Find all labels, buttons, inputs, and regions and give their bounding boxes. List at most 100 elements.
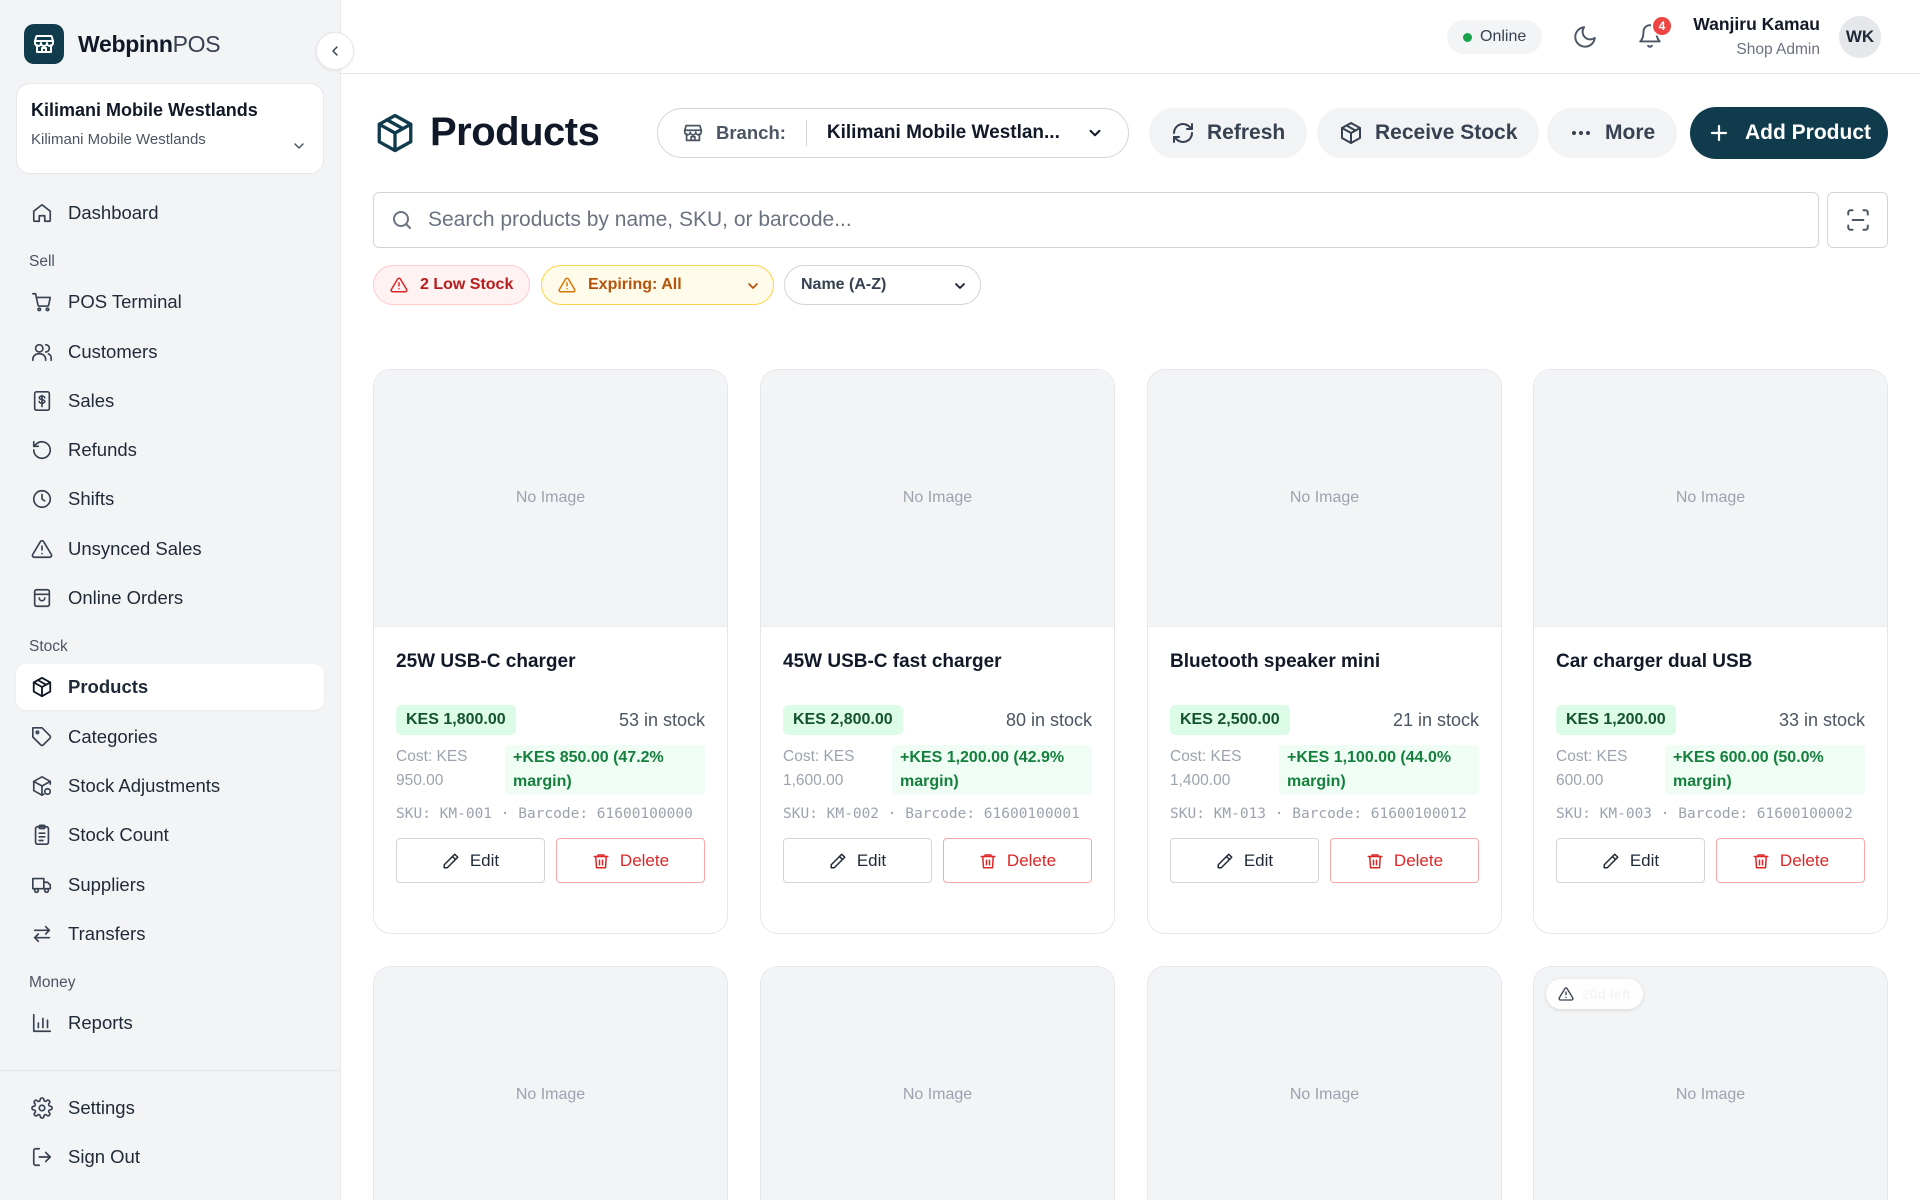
sidebar-item-sales[interactable]: Sales [16, 378, 324, 424]
clock-icon [30, 487, 54, 511]
user-info[interactable]: Wanjiru Kamau Shop Admin [1693, 14, 1820, 59]
product-name: Bluetooth speaker mini [1170, 651, 1381, 672]
sidebar-nav: Dashboard Sell POS Terminal Customers Sa… [16, 190, 324, 1049]
delete-product-button[interactable]: Delete [1716, 838, 1865, 883]
page-title: Products [374, 110, 600, 155]
sidebar-item-reports[interactable]: Reports [16, 1000, 324, 1046]
collapse-sidebar-button[interactable] [316, 32, 354, 70]
trash-icon [592, 852, 610, 870]
search-bar [373, 192, 1819, 248]
edit-product-button[interactable]: Edit [1170, 838, 1319, 883]
more-button[interactable]: More [1547, 108, 1678, 158]
sidebar-item-online-orders[interactable]: Online Orders [16, 575, 324, 621]
product-card[interactable]: No Image [373, 966, 728, 1200]
product-card[interactable]: No Image [1147, 966, 1502, 1200]
receipt-dollar-icon [30, 389, 54, 413]
sidebar-item-suppliers[interactable]: Suppliers [16, 862, 324, 908]
sidebar-item-unsynced-sales[interactable]: Unsynced Sales [16, 526, 324, 572]
product-card[interactable]: No Image 25W USB-C charger KES 1,800.00 … [373, 369, 728, 934]
product-card[interactable]: No Image Bluetooth speaker mini KES 2,50… [1147, 369, 1502, 934]
pencil-icon [1216, 852, 1234, 870]
sidebar-item-transfers[interactable]: Transfers [16, 911, 324, 957]
sidebar-item-sign-out[interactable]: Sign Out [16, 1134, 324, 1180]
arrows-left-right-icon [30, 922, 54, 946]
store-logo-icon [24, 24, 64, 64]
nav-section-sell: Sell [29, 253, 55, 271]
branch-select[interactable]: Branch: Kilimani Mobile Westlan... [657, 108, 1129, 158]
sidebar-item-settings[interactable]: Settings [16, 1085, 324, 1131]
top-bar: Online 4 Wanjiru Kamau Shop Admin WK [341, 0, 1920, 74]
receive-stock-button[interactable]: Receive Stock [1317, 108, 1540, 158]
sidebar-item-shifts[interactable]: Shifts [16, 476, 324, 522]
package-icon [374, 112, 416, 154]
branch-select-value: Kilimani Mobile Westlan... [826, 122, 1060, 143]
sort-select-value: Name (A-Z) [801, 276, 887, 293]
product-card[interactable]: No Image [760, 966, 1115, 1200]
no-image-label: No Image [1675, 1086, 1746, 1103]
product-card[interactable]: No Image 20d left [1533, 966, 1888, 1200]
alert-triangle-icon [558, 276, 576, 294]
product-margin: +KES 1,100.00 (44.0% margin) [1279, 745, 1479, 795]
alert-triangle-icon [1558, 986, 1574, 1002]
expiring-filter-value: Expiring: All [588, 276, 682, 293]
sidebar-item-label: Categories [68, 725, 158, 747]
add-product-button[interactable]: Add Product [1690, 107, 1888, 159]
product-card[interactable]: No Image 45W USB-C fast charger KES 2,80… [760, 369, 1115, 934]
cart-icon [30, 290, 54, 314]
shopping-bag-icon [30, 586, 54, 610]
edit-label: Edit [1243, 850, 1274, 870]
rotate-ccw-icon [30, 438, 54, 462]
sidebar-item-label: Sales [68, 389, 115, 411]
sidebar-item-label: Transfers [68, 922, 146, 944]
sort-select[interactable]: Name (A-Z) [784, 265, 981, 305]
product-card[interactable]: No Image Car charger dual USB KES 1,200.… [1533, 369, 1888, 934]
delete-product-button[interactable]: Delete [556, 838, 705, 883]
scan-barcode-button[interactable] [1827, 192, 1888, 248]
sidebar-item-label: Online Orders [68, 587, 184, 609]
sidebar-item-categories[interactable]: Categories [16, 714, 324, 760]
moon-icon[interactable] [1572, 24, 1598, 50]
nav-section-money: Money [29, 974, 76, 992]
product-stock: 21 in stock [1392, 709, 1479, 730]
refresh-button[interactable]: Refresh [1149, 108, 1308, 158]
sidebar-item-customers[interactable]: Customers [16, 329, 324, 375]
low-stock-filter-chip[interactable]: 2 Low Stock [373, 265, 531, 305]
truck-icon [30, 873, 54, 897]
delete-product-button[interactable]: Delete [1330, 838, 1479, 883]
product-image-placeholder: No Image [374, 967, 727, 1200]
delete-label: Delete [1006, 850, 1057, 870]
sidebar-item-pos-terminal[interactable]: POS Terminal [16, 279, 324, 325]
plus-icon [1707, 121, 1731, 145]
edit-product-button[interactable]: Edit [396, 838, 545, 883]
sidebar-item-products[interactable]: Products [16, 664, 324, 711]
pencil-icon [442, 852, 460, 870]
sidebar-item-label: Settings [68, 1097, 135, 1118]
sidebar-item-dashboard[interactable]: Dashboard [16, 190, 324, 236]
brand[interactable]: WebpinnPOS [24, 24, 221, 64]
sidebar-item-refunds[interactable]: Refunds [16, 427, 324, 473]
chevron-down-icon [952, 278, 968, 294]
gear-icon [30, 1096, 54, 1120]
sidebar-item-label: Stock Adjustments [68, 774, 221, 796]
avatar[interactable]: WK [1839, 16, 1881, 58]
search-input[interactable] [428, 208, 1728, 232]
sidebar-item-stock-count[interactable]: Stock Count [16, 812, 324, 858]
product-cost: Cost: KES 1,600.00 [783, 748, 855, 789]
user-name: Wanjiru Kamau [1693, 14, 1820, 34]
brand-name: WebpinnPOS [78, 30, 221, 57]
product-name: 25W USB-C charger [396, 651, 576, 672]
sidebar-divider [0, 1070, 341, 1071]
product-margin: +KES 1,200.00 (42.9% margin) [892, 745, 1092, 795]
edit-product-button[interactable]: Edit [1556, 838, 1705, 883]
edit-product-button[interactable]: Edit [783, 838, 932, 883]
branch-switcher[interactable]: Kilimani Mobile Westlands Kilimani Mobil… [16, 83, 324, 174]
expiring-filter-select[interactable]: Expiring: All [541, 265, 774, 305]
expiry-badge-label: 20d left [1582, 986, 1632, 1002]
trash-icon [979, 852, 997, 870]
sidebar-item-label: Customers [68, 340, 158, 362]
sidebar-item-stock-adjustments[interactable]: Stock Adjustments [16, 763, 324, 809]
branch-name: Kilimani Mobile Westlands [31, 100, 258, 120]
receive-stock-button-label: Receive Stock [1375, 121, 1518, 144]
delete-product-button[interactable]: Delete [943, 838, 1092, 883]
product-image-placeholder: No Image [1148, 370, 1501, 627]
